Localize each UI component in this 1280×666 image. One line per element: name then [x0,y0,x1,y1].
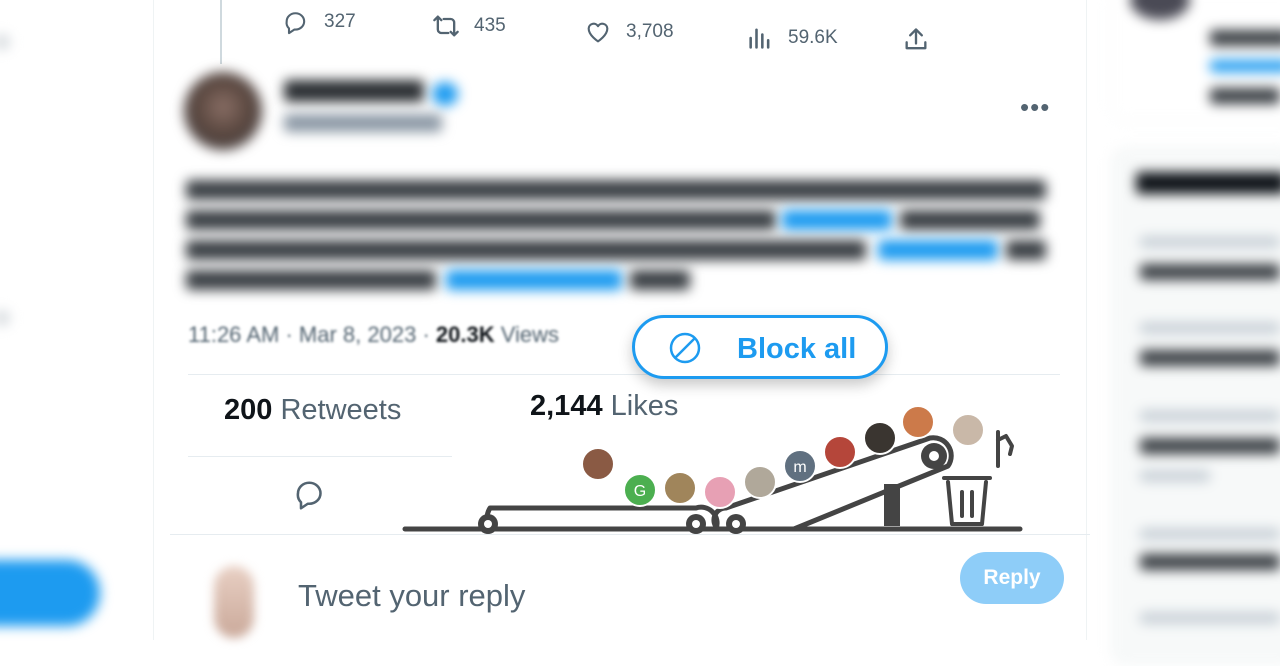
left-nav [0,0,150,640]
trash-tipper [996,430,1014,468]
user-avatar [951,413,985,447]
nav-icon[interactable] [0,34,10,50]
author-handle[interactable] [284,114,442,132]
retweet-icon [433,15,459,37]
user-avatar [901,405,935,439]
reply-count: 327 [324,11,356,32]
compose-tweet-button[interactable] [0,560,100,626]
like-action[interactable]: 3,708 [584,18,674,46]
share-action[interactable] [902,26,930,54]
user-avatar [863,421,897,455]
suggested-handle [1210,60,1280,72]
author-name[interactable] [284,80,424,102]
trend-item[interactable] [1140,554,1280,570]
text-line [1006,240,1046,260]
user-avatar [703,475,737,509]
gear-hub [484,520,492,528]
gear-hub [732,520,740,528]
gear-hub [929,451,939,461]
flat-belt [484,504,720,532]
user-avatar [581,447,615,481]
trend-context [1140,410,1280,422]
trend-context [1140,322,1280,334]
text-line [186,180,1046,200]
reply-button[interactable]: Reply [960,552,1064,604]
author-avatar[interactable] [184,72,262,150]
trend-item[interactable] [1140,350,1280,366]
reply-icon [285,12,306,35]
more-options-icon[interactable]: ••• [1020,92,1050,123]
user-avatar [823,435,857,469]
thread-connector [220,0,222,64]
retweets-count: 200 [224,394,273,426]
right-sidebar [1110,0,1280,666]
meta-separator: · [285,322,293,347]
user-avatar [663,471,697,505]
block-conveyor-illustration: G m [402,405,1023,534]
ramp-support [884,484,900,526]
my-avatar[interactable] [214,566,254,638]
verified-badge-icon [432,82,458,106]
divider [188,374,1060,375]
trend-context [1140,612,1280,624]
block-icon [669,332,701,364]
block-all-label: Block all [737,333,857,365]
block-all-button[interactable]: Block all [632,315,888,379]
trends-card [1110,146,1280,666]
trash-can-icon [942,430,1014,526]
like-count: 3,708 [626,21,674,42]
suggested-name[interactable] [1210,30,1280,46]
views-count: 59.6K [788,27,838,48]
meta-separator: · [422,322,430,347]
views-total: 20.3K [435,322,495,347]
nav-icon[interactable] [0,310,10,326]
retweet-action[interactable]: 435 [432,12,506,40]
trend-context [1140,470,1210,482]
hashtag-link[interactable] [878,240,998,260]
heart-icon [587,22,609,43]
text-line [900,210,1040,230]
views-action[interactable]: 59.6K [746,24,838,52]
trash-body [946,480,988,526]
tweet-meta: 11:26 AM · Mar 8, 2023 · 20.3K Views [188,322,559,348]
text-line [630,270,690,290]
avatar-initial: G [634,483,646,500]
trend-item[interactable] [1140,264,1280,280]
hashtag-link[interactable] [446,270,622,290]
text-line [186,210,776,230]
views-label: Views [500,322,560,347]
trend-context [1140,528,1280,540]
reply-input[interactable]: Tweet your reply [298,578,525,614]
reply-action[interactable]: 327 [282,8,356,36]
text-line [186,270,436,290]
tweet-time[interactable]: 11:26 AM [188,322,279,347]
retweets-stat[interactable]: 200 Retweets [224,394,401,427]
gear-hub [692,520,700,528]
hashtag-link[interactable] [782,210,892,230]
share-icon [905,28,927,50]
analytics-icon [749,28,770,49]
reply-icon[interactable] [292,476,328,512]
tweet-date[interactable]: Mar 8, 2023 [299,322,416,347]
trends-title [1136,172,1280,194]
suggested-bio [1210,88,1280,104]
retweet-count: 435 [474,15,506,36]
trend-context [1140,236,1280,248]
text-line [186,240,866,260]
retweets-label: Retweets [280,394,402,426]
user-avatar [743,465,777,499]
avatar-initial: m [793,459,806,476]
trend-item[interactable] [1140,438,1280,454]
